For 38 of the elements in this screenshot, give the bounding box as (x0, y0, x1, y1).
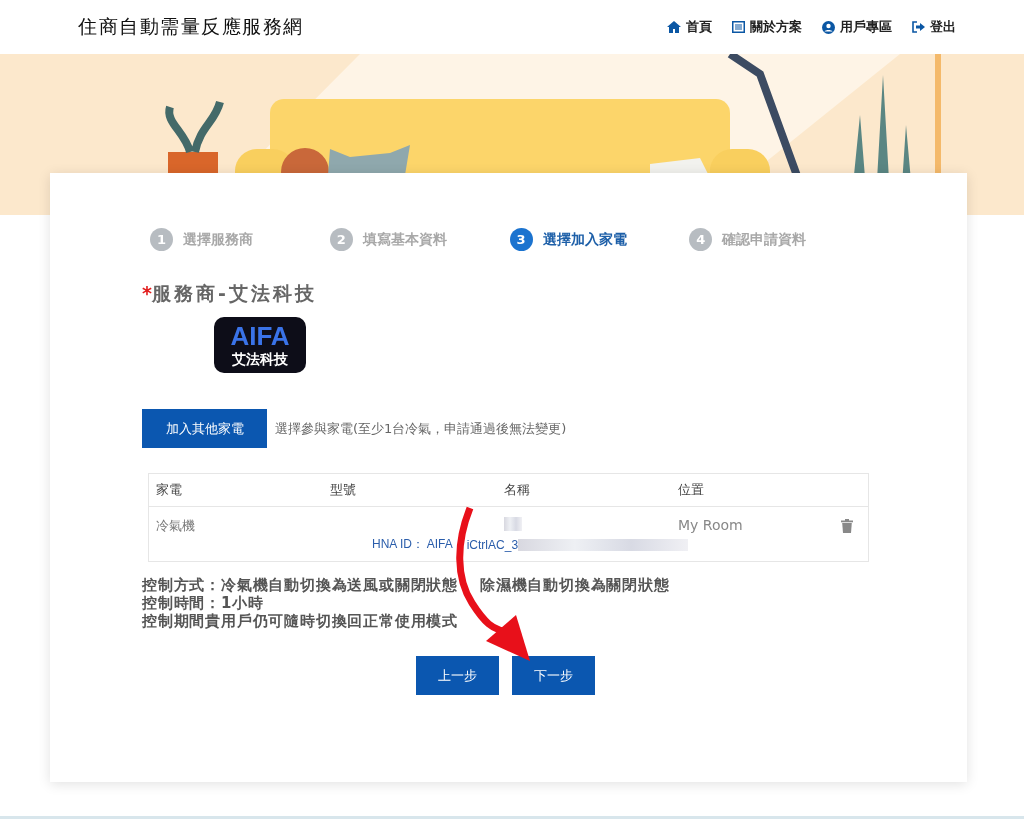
user-icon (822, 20, 835, 34)
blurred-name (504, 517, 522, 531)
add-appliance-button[interactable]: 加入其他家電 (142, 409, 267, 448)
column-header: 名稱 (503, 481, 531, 499)
logout-icon (912, 21, 925, 33)
step-number: 2 (329, 228, 353, 251)
required-mark: * (142, 282, 152, 304)
note-text: 控制方式：冷氣機自動切換為送風或關閉狀態 (142, 576, 458, 594)
note-text: 控制期間貴用戶仍可隨時切換回正常使用模式 (142, 612, 458, 630)
hna-id: HNA ID： AIFA (372, 536, 453, 553)
nav-link[interactable]: 用戶專區 (822, 18, 892, 36)
nav-link[interactable]: 關於方案 (732, 18, 802, 36)
column-header: 家電 (155, 481, 183, 499)
step-number: 4 (689, 228, 713, 251)
step-label: 確認申請資料 (722, 230, 807, 249)
step-label: 填寫基本資料 (362, 230, 447, 249)
table-cell-text: 冷氣機 (155, 517, 196, 535)
note-text: 除濕機自動切換為關閉狀態 (480, 576, 670, 594)
nav-link[interactable]: 首頁 (667, 18, 712, 36)
nav-link[interactable]: 登出 (912, 18, 956, 36)
step-number: 3 (509, 228, 533, 251)
home-icon (667, 21, 681, 33)
step-label: 選擇加入家電 (542, 230, 627, 249)
site-title: 住商自動需量反應服務網 (78, 14, 304, 39)
hint-text: 選擇參與家電(至少1台冷氣，申請通過後無法變更) (275, 419, 567, 438)
next-button[interactable]: 下一步 (512, 656, 595, 695)
trash-icon[interactable] (841, 519, 853, 533)
list-icon (732, 21, 745, 33)
step-number: 1 (150, 228, 173, 251)
provider-title: 服務商-艾法科技 (151, 282, 317, 304)
step-label: 選擇服務商 (183, 230, 253, 249)
company-logo: AIFA 艾法科技 (214, 317, 306, 373)
previous-button[interactable]: 上一步 (416, 656, 499, 695)
column-header: 型號 (329, 481, 357, 499)
hna-id: iCtrlAC_3 (466, 537, 519, 552)
note-text: 控制時間：1小時 (142, 594, 264, 612)
table-cell-text: My Room (677, 517, 744, 535)
column-header: 位置 (677, 481, 705, 499)
